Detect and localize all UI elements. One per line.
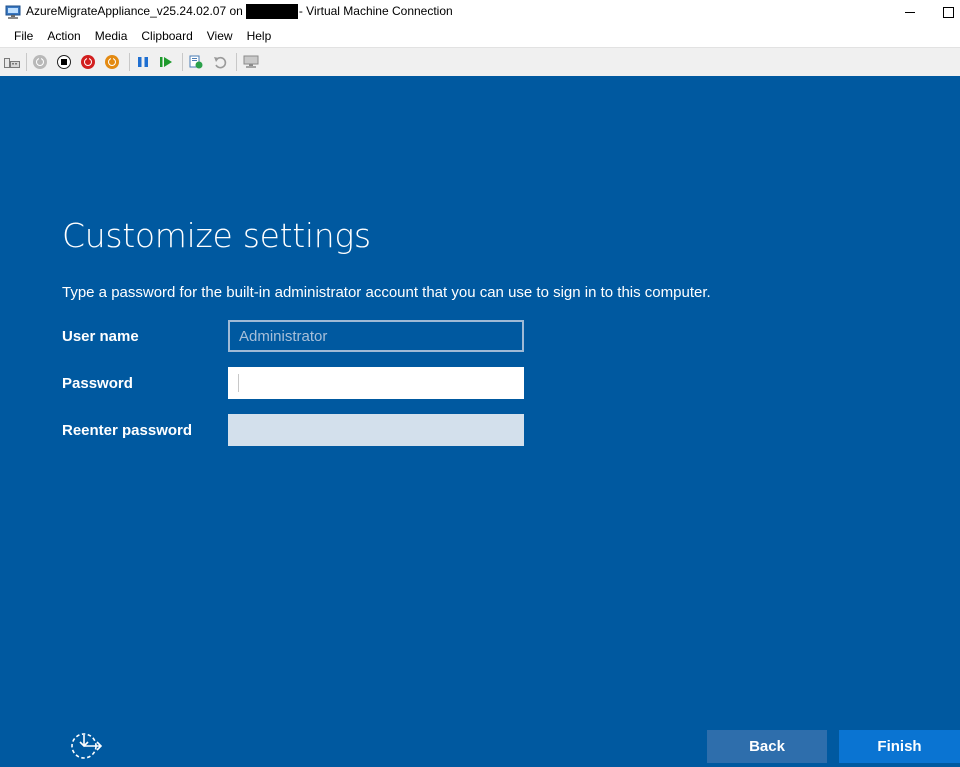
- page-title: Customize settings: [62, 216, 371, 255]
- toolbar-separator: [26, 53, 27, 71]
- toolbar-separator: [182, 53, 183, 71]
- window-title-bar[interactable]: AzureMigrateAppliance_v25.24.02.07 on - V…: [0, 0, 960, 25]
- window-title: AzureMigrateAppliance_v25.24.02.07 on - V…: [26, 4, 453, 19]
- menu-media[interactable]: Media: [88, 25, 135, 47]
- password-label: Password: [62, 375, 133, 392]
- vm-connection-icon: [5, 5, 21, 19]
- menu-action[interactable]: Action: [40, 25, 87, 47]
- maximize-button[interactable]: [934, 0, 960, 25]
- password-field[interactable]: [228, 367, 524, 399]
- window-title-suffix: - Virtual Machine Connection: [298, 4, 453, 18]
- start-icon[interactable]: [33, 55, 47, 69]
- power-glyph: [36, 56, 44, 66]
- resume-icon[interactable]: [159, 55, 173, 69]
- enhanced-session-icon[interactable]: [243, 55, 259, 69]
- minimize-button[interactable]: [890, 0, 930, 25]
- menu-view[interactable]: View: [200, 25, 240, 47]
- vm-screen[interactable]: Customize settings Type a password for t…: [0, 76, 960, 767]
- toolbar: [0, 47, 960, 76]
- ease-of-access-icon[interactable]: [68, 730, 104, 760]
- setup-description: Type a password for the built-in adminis…: [62, 284, 711, 301]
- window-title-prefix: AzureMigrateAppliance_v25.24.02.07 on: [26, 4, 243, 18]
- toolbar-separator: [129, 53, 130, 71]
- pause-icon[interactable]: [136, 55, 150, 69]
- power-glyph: [84, 56, 92, 66]
- shut-down-icon[interactable]: [81, 55, 95, 69]
- power-glyph: [108, 56, 116, 66]
- text-caret: [238, 374, 239, 392]
- turn-off-icon[interactable]: [57, 55, 71, 69]
- menu-help[interactable]: Help: [240, 25, 279, 47]
- user-name-field[interactable]: [228, 320, 524, 352]
- user-name-label: User name: [62, 328, 139, 345]
- checkpoint-icon[interactable]: [189, 55, 203, 69]
- menu-bar: File Action Media Clipboard View Help: [0, 25, 960, 47]
- ctrl-alt-del-icon[interactable]: [4, 55, 20, 69]
- menu-clipboard[interactable]: Clipboard: [134, 25, 199, 47]
- finish-button[interactable]: Finish: [839, 730, 960, 763]
- reenter-password-field[interactable]: [228, 414, 524, 446]
- redacted-host-name: [245, 4, 298, 19]
- stop-glyph: [60, 58, 67, 65]
- revert-icon[interactable]: [213, 55, 227, 69]
- reenter-password-label: Reenter password: [62, 422, 193, 439]
- menu-file[interactable]: File: [0, 25, 40, 47]
- back-button[interactable]: Back: [707, 730, 827, 763]
- toolbar-separator: [236, 53, 237, 71]
- save-state-icon[interactable]: [105, 55, 119, 69]
